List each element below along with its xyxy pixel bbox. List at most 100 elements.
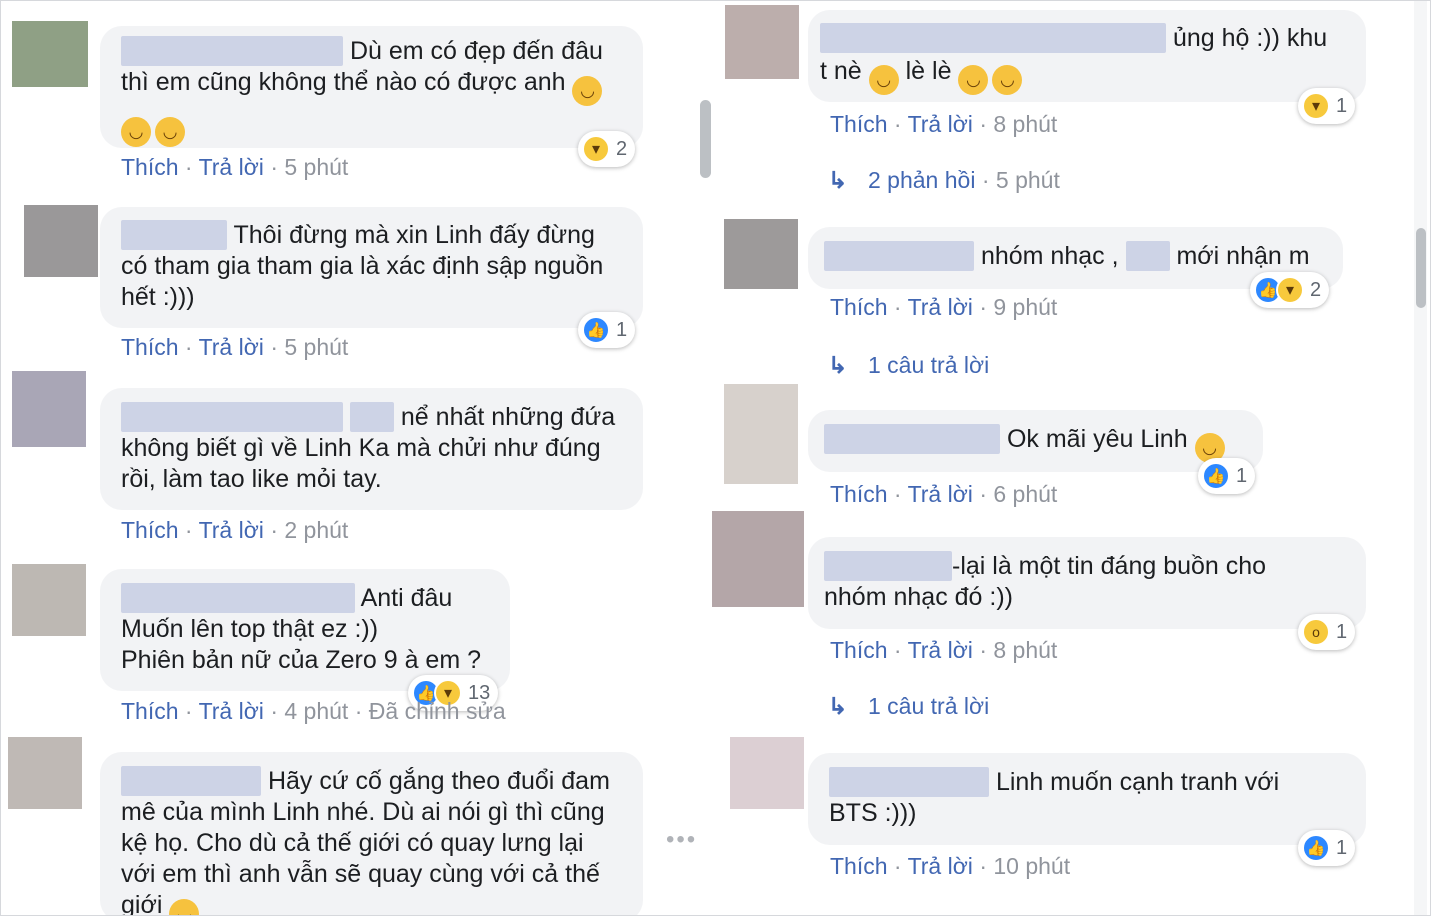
like-link[interactable]: Thích xyxy=(830,481,888,507)
wow-icon: o xyxy=(1302,618,1330,646)
haha-icon: ▾ xyxy=(582,135,610,163)
tongue-out-face-icon: ◡ xyxy=(958,65,989,95)
comment-time[interactable]: 10 phút xyxy=(993,853,1070,879)
comment-text: t nè xyxy=(820,57,862,85)
like-link[interactable]: Thích xyxy=(121,154,179,180)
avatar[interactable] xyxy=(724,384,798,484)
reply-link[interactable]: Trả lời xyxy=(908,111,973,137)
separator-dot: · xyxy=(270,154,278,180)
replies-label: 1 câu trả lời xyxy=(868,693,990,719)
like-link[interactable]: Thích xyxy=(830,294,888,320)
separator-dot: · xyxy=(893,853,902,879)
like-link[interactable]: Thích xyxy=(121,517,179,543)
reaction-summary[interactable]: ▾ 2 xyxy=(578,131,636,167)
reply-link[interactable]: Trả lời xyxy=(908,853,973,879)
comment-text: thì em cũng không thể nào có được anh xyxy=(121,68,566,96)
reaction-summary[interactable]: ▾ 1 xyxy=(1298,88,1356,124)
comment-bubble: Linh muốn cạnh tranh với BTS :))) xyxy=(808,753,1366,845)
comment-text: không biết gì về Linh Ka mà chửi như đún… xyxy=(121,434,601,462)
redacted-username xyxy=(1125,241,1170,271)
reply-link[interactable]: Trả lời xyxy=(199,334,264,360)
avatar[interactable] xyxy=(730,737,804,809)
haha-icon: ▾ xyxy=(1302,92,1330,120)
comment-actions: Thích · Trả lời · 2 phút xyxy=(121,516,348,544)
comment-bubble: -lại là một tin đáng buồn cho nhóm nhạc … xyxy=(808,537,1366,629)
reaction-summary[interactable]: 👍 1 xyxy=(1198,458,1256,494)
avatar[interactable] xyxy=(725,5,799,79)
comment-text: mê của mình Linh nhé. Dù ai nói gì thì c… xyxy=(121,798,605,826)
view-replies-link[interactable]: ↳ 1 câu trả lời xyxy=(828,692,989,720)
avatar[interactable] xyxy=(12,21,88,87)
comment-text: kệ họ. Cho dù cả thế giới có quay lưng l… xyxy=(121,829,584,857)
separator-dot: · xyxy=(270,334,278,360)
comment-time[interactable]: 6 phút xyxy=(993,481,1057,507)
redacted-username xyxy=(121,36,343,66)
comment-text: Phiên bản nữ của Zero 9 à em ? xyxy=(121,646,482,674)
reply-link[interactable]: Trả lời xyxy=(908,637,973,663)
separator-dot: · xyxy=(270,698,278,724)
like-link[interactable]: Thích xyxy=(830,637,888,663)
redacted-username xyxy=(121,766,261,796)
reaction-summary[interactable]: 👍 1 xyxy=(1298,830,1356,866)
comment-text: lè lè xyxy=(905,57,952,85)
scrollbar-thumb[interactable] xyxy=(700,100,711,178)
reaction-count: 2 xyxy=(1310,278,1322,301)
comment-time[interactable]: 4 phút xyxy=(284,698,348,724)
separator-dot: · xyxy=(184,334,193,360)
comment-text: có tham gia tham gia là xác định sập ngu… xyxy=(121,252,604,280)
comment-text: Ok mãi yêu Linh xyxy=(1006,425,1188,453)
reply-arrow-icon: ↳ xyxy=(828,352,848,378)
avatar[interactable] xyxy=(8,737,82,809)
reaction-count: 1 xyxy=(1336,620,1348,643)
reaction-count: 1 xyxy=(1336,94,1348,117)
comment-bubble: Dù em có đẹp đến đâu thì em cũng không t… xyxy=(100,26,643,148)
comment-time[interactable]: 5 phút xyxy=(284,334,348,360)
reply-link[interactable]: Trả lời xyxy=(908,481,973,507)
reaction-summary[interactable]: 👍 1 xyxy=(578,312,636,348)
comment-time[interactable]: 8 phút xyxy=(993,111,1057,137)
reply-link[interactable]: Trả lời xyxy=(199,517,264,543)
reply-link[interactable]: Trả lời xyxy=(908,294,973,320)
like-link[interactable]: Thích xyxy=(830,853,888,879)
reply-link[interactable]: Trả lời xyxy=(199,154,264,180)
comment-actions: Thích · Trả lời · 5 phút xyxy=(121,333,348,361)
replies-label: 1 câu trả lời xyxy=(868,352,990,378)
comment-text: -lại là một tin đáng buồn cho xyxy=(952,552,1267,580)
redacted-username xyxy=(121,583,355,613)
redacted-username xyxy=(824,424,1000,454)
reaction-summary[interactable]: o1 xyxy=(1298,614,1356,650)
reply-link[interactable]: Trả lời xyxy=(199,698,264,724)
separator-dot: · xyxy=(979,111,987,137)
redacted-username xyxy=(824,241,974,271)
comment-bubble: ủng hộ :)) khu t nè ◡ lè lè ◡ ◡ xyxy=(808,10,1366,102)
comment-time[interactable]: 8 phút xyxy=(993,637,1057,663)
like-link[interactable]: Thích xyxy=(121,334,179,360)
comment-actions: Thích · Trả lời · 4 phút · Đã chỉnh sửa xyxy=(121,697,506,725)
edited-link[interactable]: Đã chỉnh sửa xyxy=(369,698,506,724)
comment-text: giới xyxy=(121,891,163,916)
comment-text: hết :))) xyxy=(121,283,195,311)
avatar[interactable] xyxy=(12,371,86,447)
comment-time[interactable]: 2 phút xyxy=(284,517,348,543)
like-link[interactable]: Thích xyxy=(830,111,888,137)
like-link[interactable]: Thích xyxy=(121,698,179,724)
reaction-count: 1 xyxy=(1336,836,1348,859)
haha-icon: ▾ xyxy=(1276,276,1304,304)
more-options-icon[interactable]: ••• xyxy=(666,826,697,854)
avatar[interactable] xyxy=(24,205,98,277)
avatar[interactable] xyxy=(712,511,804,607)
comment-time[interactable]: 5 phút xyxy=(284,154,348,180)
reaction-summary[interactable]: 👍 ▾ 2 xyxy=(1250,272,1330,308)
comment-text: nể nhất những đứa xyxy=(400,403,616,431)
view-replies-link[interactable]: ↳ 2 phản hồi · 5 phút xyxy=(828,166,1060,194)
separator-dot: · xyxy=(893,637,902,663)
comment-text: Thôi đừng mà xin Linh đấy đừng xyxy=(233,221,595,249)
scrollbar-thumb[interactable] xyxy=(1416,228,1426,308)
avatar[interactable] xyxy=(724,219,798,289)
scrollbar-track[interactable] xyxy=(1414,0,1427,916)
comment-text: mới nhận m xyxy=(1176,242,1310,270)
comment-time[interactable]: 9 phút xyxy=(993,294,1057,320)
view-replies-link[interactable]: ↳ 1 câu trả lời xyxy=(828,351,989,379)
comment-bubble: Ok mãi yêu Linh ◡ xyxy=(808,410,1263,472)
avatar[interactable] xyxy=(12,564,86,636)
